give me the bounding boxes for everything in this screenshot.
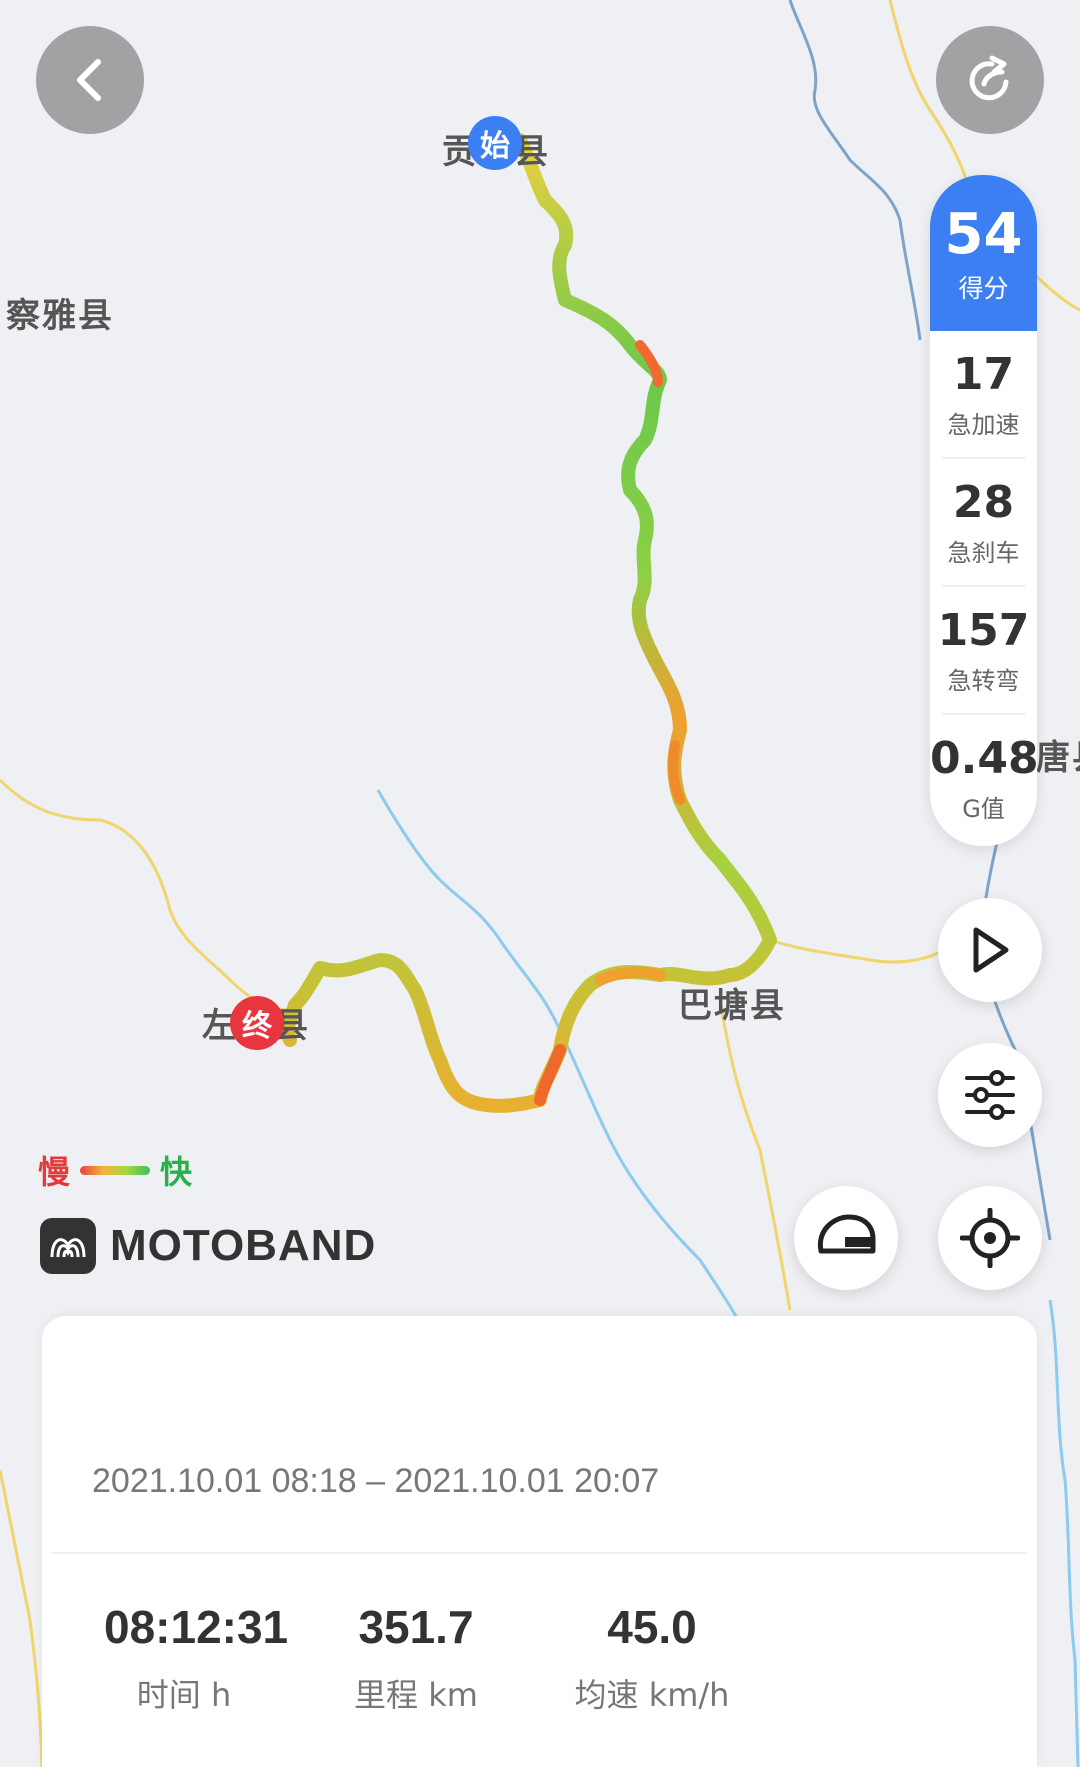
motoband-logo-icon — [40, 1218, 96, 1274]
play-icon — [973, 927, 1009, 973]
brand-name: MOTOBAND — [110, 1221, 377, 1270]
trip-time-range: 2021.10.01 08:18 – 2021.10.01 20:07 — [92, 1462, 660, 1500]
share-icon — [969, 55, 1009, 101]
stat-value: 17 — [952, 349, 1015, 400]
stat-label: 急加速 — [947, 411, 1020, 439]
locate-icon — [960, 1208, 1020, 1268]
metric-label: 时间 h — [136, 1676, 232, 1714]
metric-label: 均速 km/h — [574, 1676, 730, 1714]
chevron-left-icon — [77, 59, 101, 101]
metric-value: 351.7 — [358, 1601, 474, 1653]
end-marker[interactable]: 终 — [230, 996, 284, 1050]
stat-value: 28 — [952, 477, 1015, 528]
stat-hard-acceleration: 17 急加速 — [930, 331, 1037, 457]
score-panel: 54 得分 17 急加速 28 急刹车 157 急转弯 0.48 G值 — [930, 175, 1037, 846]
share-button[interactable] — [936, 26, 1044, 134]
stat-hard-braking: 28 急刹车 — [930, 459, 1037, 585]
start-marker[interactable]: 始 — [468, 116, 522, 170]
trip-info-card: 2021.10.01 08:18 – 2021.10.01 20:07 08:1… — [42, 1316, 1037, 1767]
legend-fast-label: 快 — [160, 1153, 193, 1191]
stat-value: 0.48 — [930, 733, 1037, 784]
play-button[interactable] — [938, 898, 1042, 1002]
place-label-batang: 巴塘县 — [678, 986, 786, 1026]
place-label-tang: 唐县 — [1036, 738, 1080, 778]
speed-legend: 慢 快 — [38, 1147, 192, 1193]
stat-g-value: 0.48 G值 — [930, 715, 1037, 841]
divider — [52, 1552, 1027, 1554]
legend-gradient-bar — [80, 1165, 151, 1175]
metric-distance: 351.7 里程 km — [336, 1600, 496, 1716]
back-button[interactable] — [36, 26, 144, 134]
stat-label: 急转弯 — [947, 667, 1020, 695]
helmet-button[interactable] — [794, 1186, 898, 1290]
metric-duration: 08:12:31 时间 h — [104, 1600, 289, 1716]
place-label-chaya: 察雅县 — [6, 296, 114, 336]
score-value: 54 — [944, 202, 1023, 267]
sliders-icon — [965, 1070, 1015, 1120]
locate-button[interactable] — [938, 1186, 1042, 1290]
metric-avg-speed: 45.0 均速 km/h — [552, 1600, 752, 1716]
score-label: 得分 — [958, 274, 1009, 303]
stat-label: G值 — [962, 795, 1005, 823]
metric-label: 里程 km — [354, 1676, 478, 1714]
stat-sharp-turns: 157 急转弯 — [930, 587, 1037, 713]
metric-value: 08:12:31 — [104, 1601, 289, 1653]
stat-label: 急刹车 — [947, 539, 1020, 567]
metric-value: 45.0 — [607, 1601, 697, 1653]
legend-slow-label: 慢 — [38, 1153, 71, 1191]
score-summary[interactable]: 54 得分 — [930, 175, 1037, 331]
stat-value: 157 — [937, 605, 1030, 656]
helmet-icon — [817, 1214, 876, 1254]
settings-button[interactable] — [938, 1043, 1042, 1147]
brand: MOTOBAND — [40, 1218, 376, 1274]
